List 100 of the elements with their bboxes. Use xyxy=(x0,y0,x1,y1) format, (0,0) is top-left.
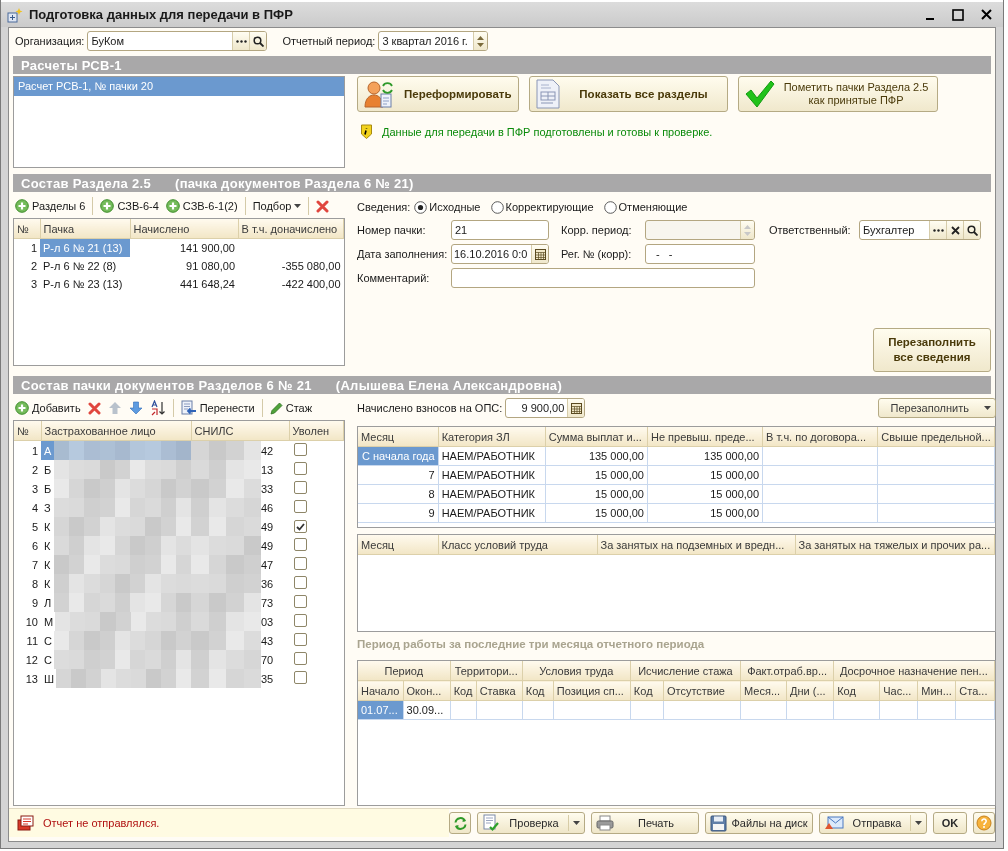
print-button[interactable]: Печать xyxy=(591,812,699,834)
checkbox[interactable] xyxy=(294,671,307,684)
clear-button[interactable] xyxy=(946,221,963,239)
table-cell[interactable]: С xyxy=(41,631,191,650)
date-field[interactable]: 16.10.2016 0:0 xyxy=(451,244,549,264)
column-header[interactable]: В т.ч. по договора... xyxy=(762,427,878,447)
refresh-button[interactable] xyxy=(449,812,471,834)
row-number: 6 xyxy=(30,538,39,554)
table-cell[interactable]: З xyxy=(41,498,191,517)
column-header[interactable]: За занятых на подземных и вредн... xyxy=(597,535,795,555)
checkbox[interactable] xyxy=(294,614,307,627)
organization-field[interactable]: БуКом xyxy=(87,31,268,51)
radio-option[interactable]: Исходные xyxy=(414,200,481,214)
table-cell[interactable]: М xyxy=(41,612,191,631)
table-cell[interactable]: Б xyxy=(41,479,191,498)
checkbox[interactable] xyxy=(294,443,307,456)
checkbox[interactable] xyxy=(294,520,307,533)
table-cell[interactable]: 7 xyxy=(358,465,439,485)
ok-button[interactable]: OK xyxy=(933,812,967,834)
checkbox[interactable] xyxy=(294,576,307,589)
spin-button[interactable] xyxy=(473,32,488,50)
menu-button[interactable]: Подбор xyxy=(250,196,304,216)
column-header[interactable]: Месяц xyxy=(358,427,439,447)
column-header[interactable]: Не превыш. преде... xyxy=(647,427,763,447)
refill-button[interactable]: Перезаполнить xyxy=(877,398,996,418)
table-cell: 15 000,00 xyxy=(545,503,648,523)
table-cell[interactable]: Л xyxy=(41,593,191,612)
calculator-button[interactable] xyxy=(567,399,585,417)
select-button[interactable] xyxy=(232,32,250,50)
pack-number-field[interactable]: 21 xyxy=(451,220,549,240)
column-header[interactable]: Уволен xyxy=(289,421,344,441)
edit-button[interactable]: Стаж xyxy=(267,398,315,418)
caret-icon xyxy=(983,406,991,410)
column-header[interactable]: Пачка xyxy=(40,219,130,239)
transfer-button[interactable]: Перенести xyxy=(178,398,257,418)
responsible-field[interactable]: Бухгалтер xyxy=(859,220,981,240)
column-header[interactable]: № xyxy=(14,219,40,239)
table-cell[interactable]: 9 xyxy=(358,503,439,523)
checkbox[interactable] xyxy=(294,500,307,513)
add-button[interactable]: СЗВ-6-4 xyxy=(98,196,161,216)
table-cell[interactable]: К xyxy=(41,574,191,593)
column-header[interactable]: № xyxy=(14,421,41,441)
select-button[interactable] xyxy=(929,221,946,239)
checkbox[interactable] xyxy=(294,557,307,570)
table-cell[interactable]: Б xyxy=(41,460,191,479)
column-header[interactable]: Начало xyxy=(358,680,404,701)
regenerate-button[interactable]: Переформировать xyxy=(357,76,519,112)
checkbox[interactable] xyxy=(294,481,307,494)
radio-option[interactable]: Отменяющие xyxy=(603,200,688,214)
check-button[interactable]: Проверка xyxy=(477,812,585,834)
column-header[interactable]: Месяц xyxy=(358,535,438,555)
column-header[interactable]: За занятых на тяжелых и прочих ра... xyxy=(795,535,994,555)
field-label: Сведения: xyxy=(357,201,411,213)
help-button[interactable] xyxy=(973,812,995,834)
checkbox[interactable] xyxy=(294,462,307,475)
row-number: 7 xyxy=(30,557,39,573)
add-button[interactable]: Разделы 6 xyxy=(13,196,88,216)
table-cell: 15 000,00 xyxy=(647,484,763,504)
column-header[interactable]: Класс условий труда xyxy=(438,535,597,555)
save-files-button[interactable]: Файлы на диск xyxy=(705,812,813,834)
table-cell[interactable]: К xyxy=(41,517,191,536)
window-title: Подготовка данных для передачи в ПФР xyxy=(29,7,293,22)
table-cell[interactable]: Р-л 6 № 22 (8) xyxy=(40,257,130,275)
send-button[interactable]: Отправка xyxy=(819,812,927,834)
checkbox[interactable] xyxy=(294,633,307,646)
add-button[interactable]: СЗВ-6-1(2) xyxy=(163,196,240,216)
table-cell[interactable]: К xyxy=(41,555,191,574)
checkbox[interactable] xyxy=(294,652,307,665)
table-cell[interactable]: Р-л 6 № 23 (13) xyxy=(40,275,130,293)
search-icon xyxy=(252,35,264,47)
column-header[interactable]: Сумма выплат и... xyxy=(545,427,648,447)
radio-option[interactable]: Корректирующие xyxy=(490,200,594,214)
table-cell[interactable]: Ш xyxy=(41,669,191,688)
column-header[interactable]: Категория ЗЛ xyxy=(438,427,546,447)
show-all-sections-button[interactable]: Показать все разделы xyxy=(529,76,728,112)
refill-all-button[interactable]: Перезаполнить все сведения xyxy=(873,328,991,372)
checkbox[interactable] xyxy=(294,595,307,608)
comment-field[interactable] xyxy=(451,268,755,288)
mark-accepted-button[interactable]: Пометить пачки Раздела 2.5 как принятые ПФР xyxy=(738,76,938,112)
period-field[interactable]: 3 квартал 2016 г. xyxy=(378,31,489,51)
search-button[interactable] xyxy=(249,32,267,50)
checkbox[interactable] xyxy=(294,538,307,551)
column-header[interactable]: Свыше предельной... xyxy=(877,427,994,447)
help-icon xyxy=(976,815,992,831)
table-cell: 15 000,00 xyxy=(545,465,648,485)
table-cell[interactable]: 8 xyxy=(358,484,439,504)
column-header[interactable]: В т.ч. доначислено xyxy=(238,219,344,239)
table-caption: Период работы за последние три месяца отчетного периода xyxy=(357,638,706,652)
add-button[interactable]: Добавить xyxy=(13,398,83,418)
table-cell[interactable]: С xyxy=(41,650,191,669)
column-header[interactable]: Застрахованное лицо xyxy=(41,421,191,441)
field-label: Начислено взносов на ОПС: xyxy=(357,402,503,414)
contributions-field[interactable]: 9 900,00 xyxy=(505,398,586,418)
calendar-button[interactable] xyxy=(531,245,548,263)
transfer-icon xyxy=(180,400,197,416)
registration-number-field[interactable]: - - xyxy=(645,244,755,264)
search-button[interactable] xyxy=(963,221,980,239)
column-header[interactable]: Начислено xyxy=(130,219,238,239)
table-cell[interactable]: К xyxy=(41,536,191,555)
column-header[interactable]: СНИЛС xyxy=(191,421,289,441)
